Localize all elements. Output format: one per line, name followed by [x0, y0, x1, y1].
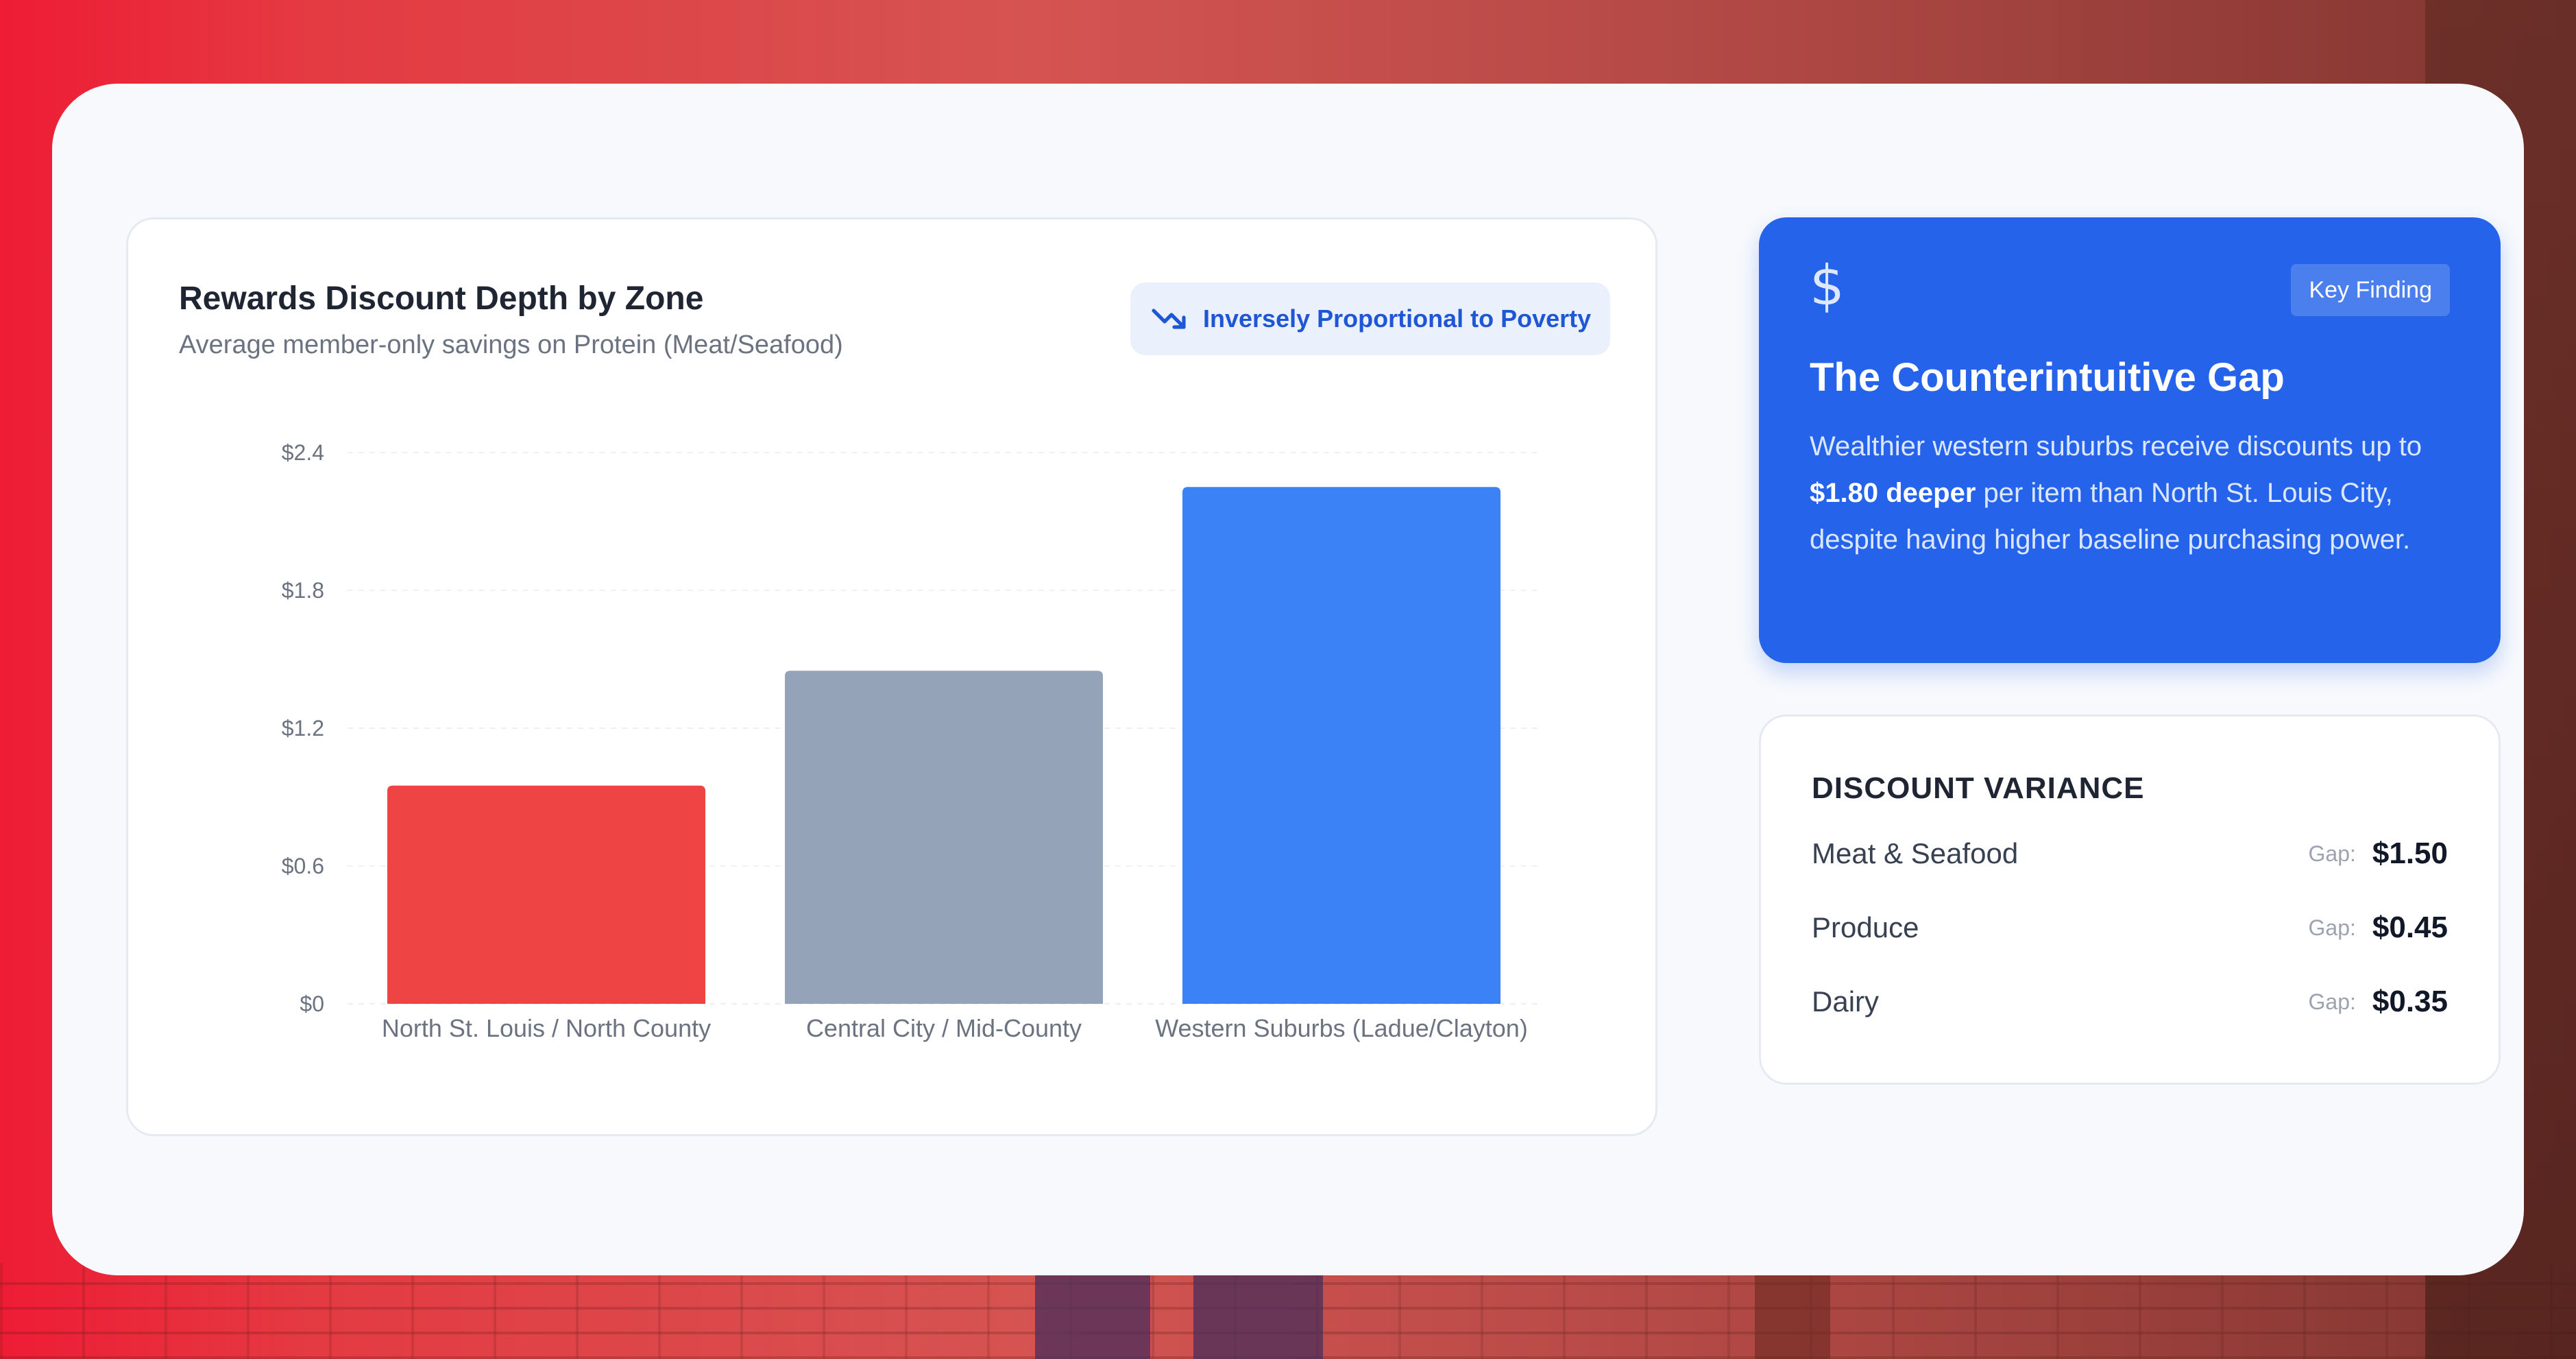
- variance-row: Produce Gap: $0.45: [1812, 907, 2448, 948]
- gap-value: $0.35: [2372, 985, 2448, 1018]
- variance-category: Produce: [1812, 911, 1919, 943]
- variance-title: DISCOUNT VARIANCE: [1812, 771, 2145, 805]
- chart-card: Rewards Discount Depth by Zone Average m…: [126, 217, 1657, 1136]
- bar[interactable]: [1182, 487, 1500, 1004]
- finding-body-text: Wealthier western suburbs receive discou…: [1810, 431, 2422, 461]
- x-tick-label: Western Suburbs (Ladue/Clayton): [1155, 1014, 1528, 1042]
- bar[interactable]: [785, 671, 1103, 1004]
- y-tick-label: $0: [300, 991, 324, 1016]
- variance-category: Meat & Seafood: [1812, 837, 2019, 869]
- y-tick-label: $1.2: [282, 716, 324, 741]
- finding-title: The Counterintuitive Gap: [1810, 355, 2285, 400]
- x-tick-label: North St. Louis / North County: [382, 1014, 711, 1042]
- main-panel: Rewards Discount Depth by Zone Average m…: [52, 84, 2524, 1275]
- person-legs: [1035, 1275, 1323, 1359]
- gap-label: Gap:: [2308, 989, 2356, 1014]
- y-tick-label: $0.6: [282, 854, 324, 878]
- key-finding-tag: Key Finding: [2291, 264, 2450, 316]
- gap-label: Gap:: [2308, 915, 2356, 940]
- finding-body: Wealthier western suburbs receive discou…: [1810, 423, 2468, 563]
- variance-row: Meat & Seafood Gap: $1.50: [1812, 833, 2448, 874]
- y-tick-label: $2.4: [282, 440, 324, 465]
- x-tick-label: Central City / Mid-County: [806, 1014, 1082, 1042]
- door-panel: [1755, 1275, 1830, 1359]
- gap-label: Gap:: [2308, 841, 2356, 866]
- y-tick-label: $1.8: [282, 578, 324, 603]
- variance-category: Dairy: [1812, 985, 1880, 1018]
- discount-variance-card: DISCOUNT VARIANCE Meat & Seafood Gap: $1…: [1759, 714, 2501, 1085]
- dollar-icon: $: [1810, 254, 1845, 317]
- x-axis: North St. Louis / North County Central Ci…: [382, 1014, 1528, 1042]
- bar-chart: $0 $0.6 $1.2 $1.8 $2.4 North St. Louis / Nor…: [282, 440, 1540, 1042]
- key-finding-card: $ Key Finding The Counterintuitive Gap W…: [1759, 217, 2501, 663]
- bar[interactable]: [387, 785, 705, 1004]
- gap-value: $0.45: [2372, 911, 2448, 944]
- bars: [387, 487, 1500, 1004]
- variance-row: Dairy Gap: $0.35: [1812, 981, 2448, 1022]
- y-axis: $0 $0.6 $1.2 $1.8 $2.4: [282, 440, 324, 1016]
- gap-value: $1.50: [2372, 837, 2448, 870]
- finding-body-highlight: $1.80 deeper: [1810, 478, 1976, 508]
